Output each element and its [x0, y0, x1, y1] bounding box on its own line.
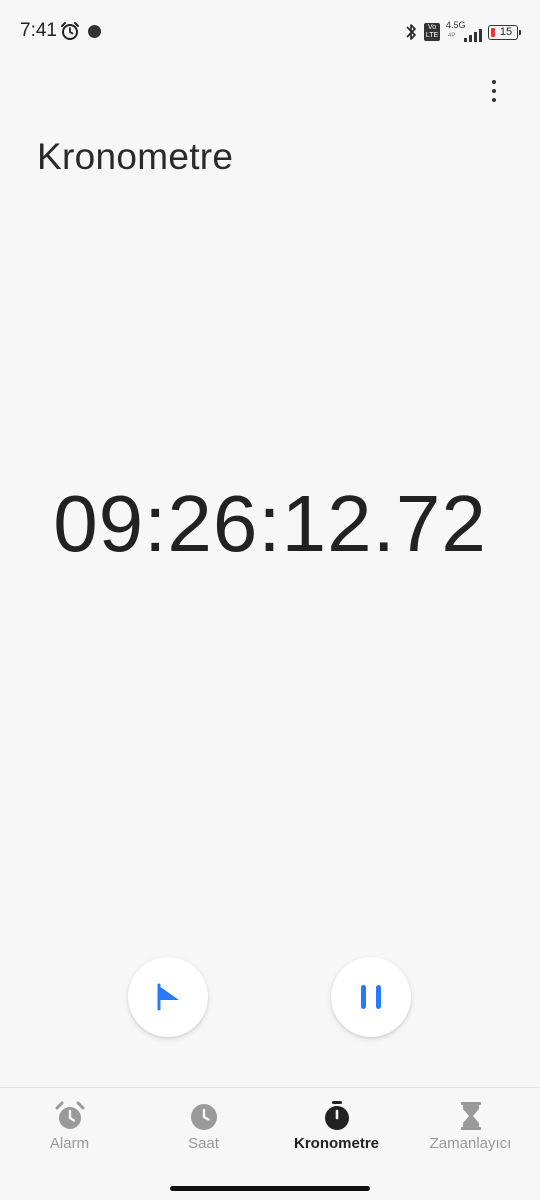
nav-item-kronometre[interactable]: Kronometre	[269, 1100, 404, 1152]
page-title: Kronometre	[37, 136, 234, 177]
stopwatch-icon	[324, 1101, 349, 1130]
network-type: 4.5G	[446, 20, 466, 30]
notification-dot-icon	[88, 25, 101, 38]
battery-level: 15	[499, 26, 513, 38]
home-indicator[interactable]	[170, 1186, 370, 1191]
stopwatch-time: 09:26:12.72	[53, 479, 487, 568]
nav-label-alarm: Alarm	[49, 1135, 90, 1152]
hourglass-icon	[460, 1102, 481, 1130]
flag-icon	[157, 983, 179, 1011]
status-time: 7:41	[20, 20, 57, 41]
signal-icon	[464, 29, 482, 42]
nav-label-kronometre: Kronometre	[293, 1135, 379, 1152]
nav-item-zamanlayici[interactable]: Zamanlayıcı	[403, 1100, 538, 1152]
nav-label-zamanlayici: Zamanlayıcı	[429, 1135, 512, 1152]
bottom-navigation: Alarm Saat Kronometre Zamanlayıcı	[0, 1087, 540, 1200]
bluetooth-icon	[406, 24, 416, 40]
status-bar: 7:41 Vo LTE 4.5G 4P 15	[0, 0, 540, 64]
more-vertical-icon[interactable]	[482, 76, 506, 106]
pause-button[interactable]	[331, 957, 411, 1037]
status-icons: Vo LTE 4.5G 4P 15	[404, 20, 521, 44]
stopwatch-screen: 7:41 Vo LTE 4.5G 4P 15 Kronometre 09:26:…	[0, 0, 540, 1200]
alarm-icon	[61, 22, 79, 40]
network-indicator: 4.5G 4P	[446, 20, 482, 42]
nav-item-saat[interactable]: Saat	[136, 1100, 271, 1152]
volte-badge: Vo LTE	[424, 23, 440, 41]
nav-item-alarm[interactable]: Alarm	[2, 1100, 137, 1152]
nav-label-saat: Saat	[188, 1135, 219, 1152]
network-sub: 4P	[448, 33, 456, 39]
battery-icon: 15	[488, 24, 521, 40]
clock-icon	[190, 1104, 217, 1130]
alarm-clock-icon	[55, 1101, 84, 1129]
lap-button[interactable]	[128, 957, 208, 1037]
pause-icon	[361, 985, 381, 1009]
